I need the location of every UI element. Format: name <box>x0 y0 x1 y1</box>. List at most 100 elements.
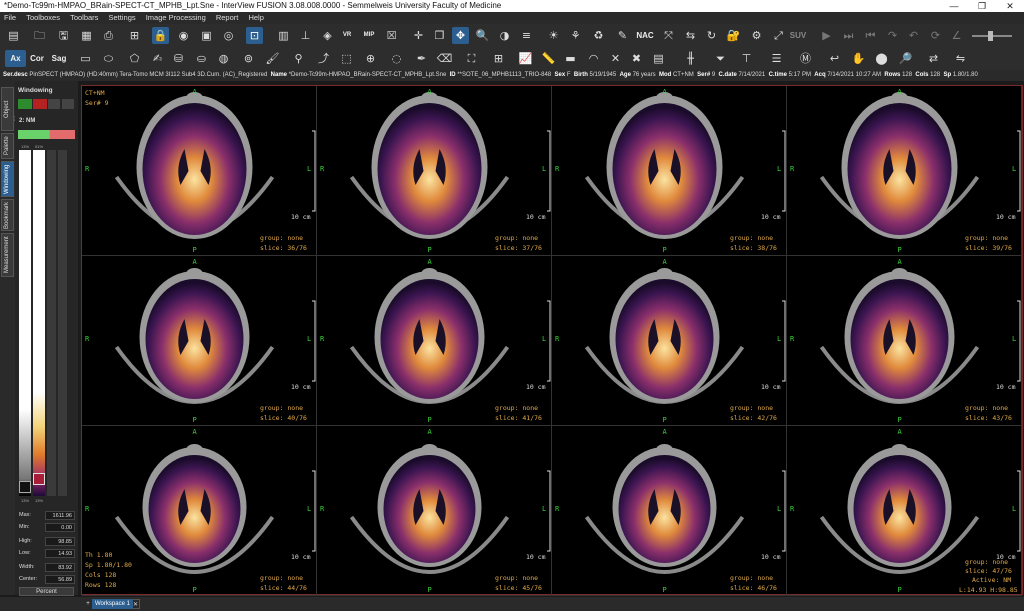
preset-gray2-button[interactable] <box>62 99 74 109</box>
swap-icon[interactable]: ⇄ <box>925 50 942 67</box>
lines-icon[interactable]: ≡ <box>518 27 535 44</box>
pentagon-roi-icon[interactable]: ⬠ <box>126 50 143 67</box>
suv-button[interactable]: SUV <box>789 27 807 44</box>
cube-icon[interactable]: ⬚ <box>338 50 355 67</box>
fill-icon[interactable]: ⛶ <box>463 50 480 67</box>
multi-view-icon[interactable]: ⊡ <box>246 27 263 44</box>
image-cell[interactable]: A P R L 10 cm group: none slice: 36/76 <box>82 86 317 256</box>
window-marker-nm[interactable] <box>33 473 45 485</box>
image-cell[interactable]: A P R L 10 cm group: none slice: 39/76 <box>787 86 1022 256</box>
layout-grid-icon[interactable]: ⊞ <box>126 27 143 44</box>
close-button[interactable]: ✕ <box>996 0 1024 12</box>
nm-window-bar[interactable] <box>33 150 45 496</box>
high-value[interactable]: 98.85 <box>45 537 75 546</box>
globe-icon[interactable]: ⊕ <box>362 50 379 67</box>
tab-object-manager[interactable]: Object Manager <box>1 87 21 131</box>
settings-icon[interactable]: ⚙ <box>748 27 765 44</box>
table-icon[interactable]: ⊞ <box>490 50 507 67</box>
line-chart-icon[interactable]: ⤴ <box>315 50 332 67</box>
vr-button[interactable]: VR <box>339 27 355 44</box>
measure-icon[interactable]: ▬ <box>562 50 579 67</box>
menu-image-processing[interactable]: Image Processing <box>142 12 210 24</box>
align-icon[interactable]: ⊤ <box>738 50 755 67</box>
search-tool-icon[interactable]: 🔎 <box>897 50 914 67</box>
crosshair-icon[interactable]: ✛ <box>410 27 427 44</box>
circle-icon[interactable]: ◎ <box>220 27 237 44</box>
image-cell[interactable]: A P R L 10 cm group: none slice: 44/76 Th 1.80 S… <box>82 426 317 596</box>
image-cell[interactable]: A P R L 10 cm group: none Active: NM L:14.93 H:… <box>787 426 1022 596</box>
percent-button[interactable]: Percent <box>19 587 74 596</box>
save-icon[interactable]: 🖫 <box>55 27 72 44</box>
center-value[interactable]: 56.89 <box>45 575 75 584</box>
menu-report[interactable]: Report <box>212 12 243 24</box>
menu-toolbars[interactable]: Toolbars <box>66 12 102 24</box>
cylinder-icon[interactable]: ⛁ <box>170 50 187 67</box>
exchange-icon[interactable]: ⇋ <box>952 50 969 67</box>
minimize-button[interactable]: — <box>940 0 968 12</box>
split-icon[interactable]: ╫ <box>682 50 699 67</box>
opacity-slider[interactable] <box>972 31 1012 41</box>
contrast-icon[interactable]: ◑ <box>496 27 513 44</box>
padlock-icon[interactable]: 🔐 <box>725 27 742 44</box>
nac-button[interactable]: NAC <box>636 27 654 44</box>
ruler-icon[interactable]: 📏 <box>540 50 557 67</box>
menu-file[interactable]: File <box>0 12 20 24</box>
tab-palette[interactable]: Palette <box>1 133 14 159</box>
zoom-icon[interactable]: 🔍 <box>474 27 491 44</box>
roi-list-icon[interactable]: ☰ <box>768 50 785 67</box>
undo-icon[interactable]: ↶ <box>905 27 922 44</box>
back-arrow-icon[interactable]: ↩ <box>826 50 843 67</box>
window-marker-ct[interactable] <box>19 481 31 493</box>
edit-icon[interactable]: ✎ <box>614 27 631 44</box>
max-value[interactable]: 1611.96 <box>45 511 75 520</box>
loop-icon[interactable]: ⟳ <box>927 27 944 44</box>
copy-icon[interactable]: ❐ <box>431 27 448 44</box>
dot-icon[interactable]: ⬤ <box>873 50 890 67</box>
axis-icon[interactable]: ⊥ <box>297 27 314 44</box>
lock-icon[interactable]: 🔒 <box>152 27 169 44</box>
freehand-roi-icon[interactable]: ✍ <box>149 50 166 67</box>
image-cell[interactable]: A P R L 10 cm group: none slice: 40/76 <box>82 256 317 426</box>
image-viewport[interactable]: CT+NM Ser# 9 A P R L 10 cm group: none slice: … <box>81 85 1023 596</box>
image-cell[interactable]: A P R L 10 cm group: none slice: 41/76 <box>317 256 552 426</box>
delete-all-icon[interactable]: ✖ <box>628 50 645 67</box>
brush-icon[interactable]: 🖌 <box>264 50 281 67</box>
save-series-icon[interactable]: ▦ <box>78 27 95 44</box>
fit-icon[interactable]: ⤧ <box>660 27 677 44</box>
image-cell[interactable]: A P R L 10 cm group: none slice: 45/76 <box>317 426 552 596</box>
refresh-icon[interactable]: ↻ <box>703 27 720 44</box>
step-back-icon[interactable]: ⏮ <box>862 27 879 44</box>
new-icon[interactable]: ▤ <box>5 27 22 44</box>
record-icon[interactable]: ◉ <box>175 27 192 44</box>
image-cell[interactable]: A P R L 10 cm group: none slice: 37/76 <box>317 86 552 256</box>
pen-icon[interactable]: ✒ <box>413 50 430 67</box>
coronal-button[interactable]: Cor <box>28 50 46 67</box>
hand-icon[interactable]: ✋ <box>850 50 867 67</box>
chart-icon[interactable]: 📈 <box>517 50 534 67</box>
tab-bookmark[interactable]: Bookmark <box>1 199 14 231</box>
recycle-icon[interactable]: ♻ <box>590 27 607 44</box>
square-icon[interactable]: ▣ <box>198 27 215 44</box>
rectangle-roi-icon[interactable]: ▭ <box>77 50 94 67</box>
filter-icon[interactable]: ⏷ <box>712 50 729 67</box>
redo-icon[interactable]: ↷ <box>884 27 901 44</box>
tab-windowing[interactable]: Windowing <box>1 161 14 197</box>
active-layer-bar[interactable] <box>18 130 75 139</box>
ct-window-bar[interactable] <box>19 150 31 496</box>
ellipse-roi-icon[interactable]: ⬭ <box>100 50 117 67</box>
workspace-close-icon[interactable]: ✕ <box>131 599 140 609</box>
preset-green-button[interactable] <box>18 99 32 109</box>
drum-icon[interactable]: ⛀ <box>193 50 210 67</box>
menu-toolboxes[interactable]: Toolboxes <box>22 12 64 24</box>
series-icon[interactable]: ▤ <box>650 50 667 67</box>
close-view-icon[interactable]: ☒ <box>383 27 400 44</box>
menu-help[interactable]: Help <box>244 12 267 24</box>
sagittal-button[interactable]: Sag <box>49 50 69 67</box>
preset-red-button[interactable] <box>33 99 47 109</box>
protractor-icon[interactable]: ◠ <box>585 50 602 67</box>
expand-icon[interactable]: ⤢ <box>770 27 787 44</box>
ear-icon[interactable]: ◌ <box>388 50 405 67</box>
play-icon[interactable]: ▶ <box>818 27 835 44</box>
low-value[interactable]: 14.93 <box>45 549 75 558</box>
brightness-icon[interactable]: ☀ <box>545 27 562 44</box>
